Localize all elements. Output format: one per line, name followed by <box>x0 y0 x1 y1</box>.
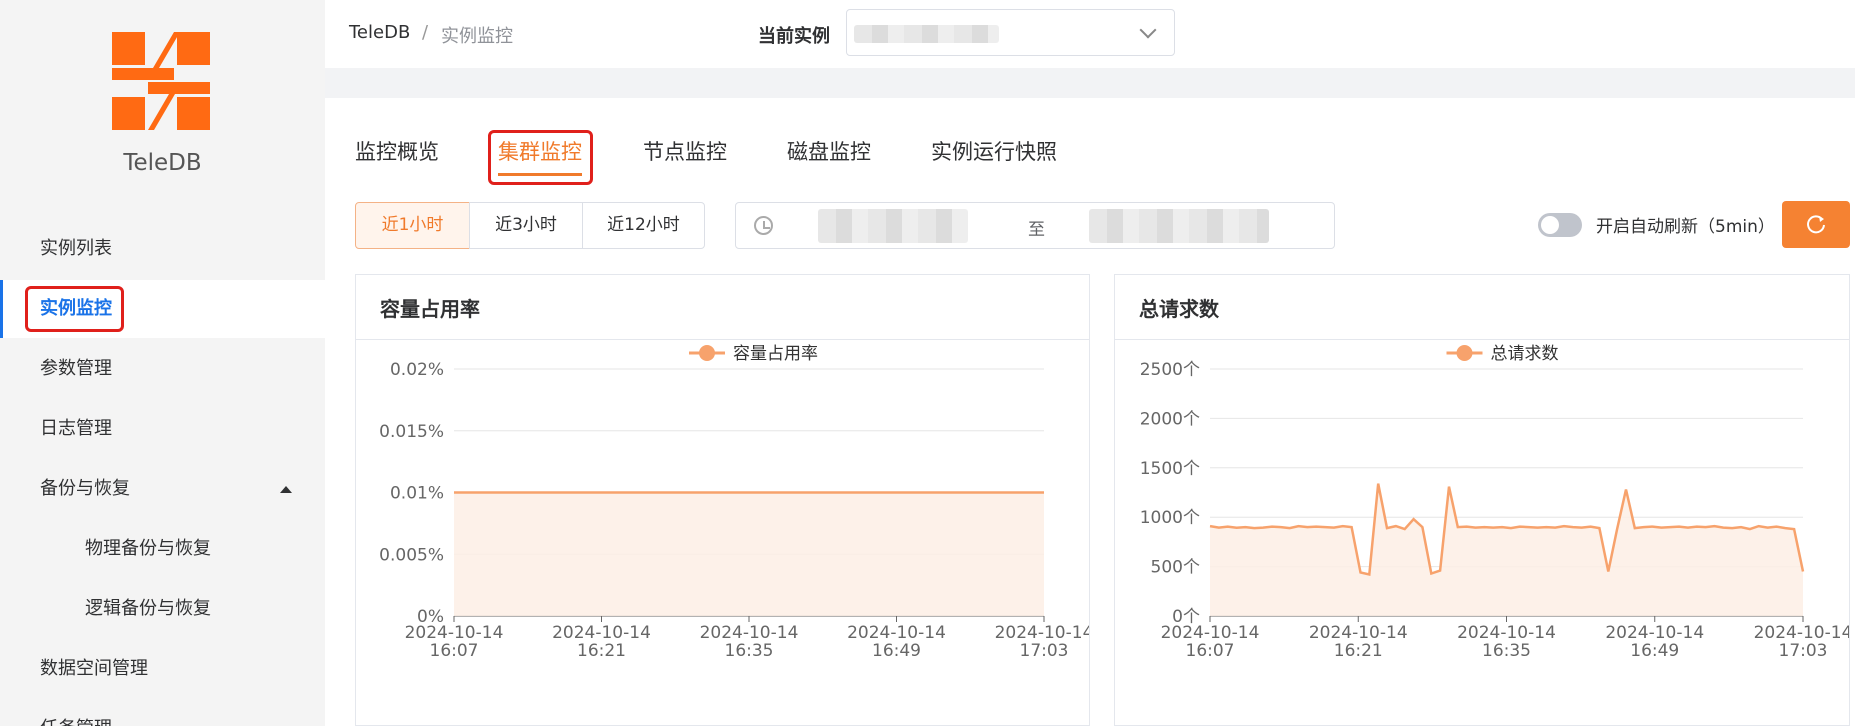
redacted-instance-name <box>854 25 999 43</box>
breadcrumb-current: 实例监控 <box>441 26 513 47</box>
refresh-button[interactable] <box>1782 201 1850 248</box>
y-tick-label: 1500个 <box>1140 459 1200 479</box>
x-tick-label: 16:07 <box>1186 641 1235 661</box>
caret-up-icon <box>280 486 292 493</box>
range-3h-button[interactable]: 近3小时 <box>469 202 583 249</box>
x-tick-label: 2024-10-14 <box>995 623 1089 643</box>
x-tick-label: 2024-10-14 <box>1161 623 1260 643</box>
requests-chart: 0个500个1000个1500个2000个2500个2024-10-1416:0… <box>1140 344 1849 661</box>
date-range-picker[interactable]: 至 <box>735 202 1335 249</box>
sidebar-item-label: 备份与恢复 <box>40 478 130 499</box>
x-tick-label: 2024-10-14 <box>405 623 504 643</box>
breadcrumb-root[interactable]: TeleDB <box>349 22 410 43</box>
y-tick-label: 0.005% <box>379 545 444 565</box>
teledb-logo-icon <box>112 32 210 130</box>
x-tick-label: 16:21 <box>1334 641 1383 661</box>
x-tick-label: 2024-10-14 <box>1309 623 1408 643</box>
x-tick-label: 16:35 <box>725 641 774 661</box>
y-tick-label: 0.02% <box>390 360 444 380</box>
clock-icon <box>754 216 773 235</box>
capacity-chart-card: 容量占用率 0% 0.005% 0.01% 0.015% 0.02% 2024-10-14… <box>355 274 1090 726</box>
x-tick-label: 2024-10-14 <box>1605 623 1704 643</box>
header-divider <box>325 68 1855 98</box>
x-tick-label: 16:07 <box>430 641 479 661</box>
brand-name: TeleDB <box>123 150 202 176</box>
y-tick-label: 0.015% <box>379 422 444 442</box>
sidebar-item-param-management[interactable]: 参数管理 <box>0 340 325 398</box>
sidebar-item-data-space[interactable]: 数据空间管理 <box>0 640 325 698</box>
instance-select[interactable] <box>846 9 1175 56</box>
sidebar-item-physical-backup[interactable]: 物理备份与恢复 <box>0 520 325 578</box>
sidebar-item-logical-backup[interactable]: 逻辑备份与恢复 <box>0 580 325 638</box>
legend-marker <box>1456 345 1473 361</box>
range-1h-button[interactable]: 近1小时 <box>355 202 470 249</box>
redacted-end-time <box>1089 209 1269 243</box>
x-tick-label: 16:49 <box>872 641 921 661</box>
x-tick-label: 2024-10-14 <box>552 623 651 643</box>
chevron-down-icon <box>1139 21 1157 39</box>
sidebar-item-instance-list[interactable]: 实例列表 <box>0 220 325 278</box>
requests-chart-card: 总请求数 0个 500个 1000个 1500个 2000个 2500个 2024-10-1… <box>1114 274 1850 726</box>
tab-overview[interactable]: 监控概览 <box>355 136 439 166</box>
tab-node-monitor[interactable]: 节点监控 <box>643 136 727 166</box>
breadcrumb-separator: / <box>422 22 429 43</box>
sidebar-item-backup-restore[interactable]: 备份与恢复 <box>0 460 325 518</box>
redacted-start-time <box>818 209 968 243</box>
x-tick-label: 16:49 <box>1630 641 1679 661</box>
highlight-box-sidebar <box>25 286 124 332</box>
highlight-box-tab <box>488 130 593 185</box>
x-tick-label: 16:21 <box>577 641 626 661</box>
y-tick-label: 2500个 <box>1140 360 1200 380</box>
legend-label: 总请求数 <box>1491 344 1559 364</box>
range-12h-button[interactable]: 近12小时 <box>582 202 705 249</box>
x-tick-label: 17:03 <box>1779 641 1828 661</box>
x-tick-label: 2024-10-14 <box>1457 623 1556 643</box>
chart-title: 容量占用率 <box>380 297 480 321</box>
series-area <box>1210 483 1803 616</box>
legend-marker <box>699 345 715 361</box>
x-tick-label: 2024-10-14 <box>847 623 946 643</box>
refresh-icon <box>1807 215 1825 234</box>
legend-label: 容量占用率 <box>733 344 818 364</box>
capacity-chart: 0%0.005%0.01%0.015%0.02%2024-10-1416:072… <box>379 344 1089 661</box>
x-tick-label: 2024-10-14 <box>1754 623 1849 643</box>
sidebar-item-log-management[interactable]: 日志管理 <box>0 400 325 458</box>
x-tick-label: 16:35 <box>1482 641 1531 661</box>
y-tick-label: 2000个 <box>1140 409 1200 429</box>
x-tick-label: 2024-10-14 <box>700 623 799 643</box>
tab-disk-monitor[interactable]: 磁盘监控 <box>787 136 871 166</box>
sidebar-item-task-management[interactable]: 任务管理 <box>0 700 325 726</box>
chart-title: 总请求数 <box>1139 297 1219 321</box>
auto-refresh-label: 开启自动刷新（5min） <box>1596 217 1775 237</box>
date-range-separator: 至 <box>1028 220 1045 240</box>
instance-label: 当前实例 <box>758 26 830 47</box>
tab-runtime-snapshot[interactable]: 实例运行快照 <box>931 136 1057 166</box>
y-tick-label: 1000个 <box>1140 508 1200 528</box>
y-tick-label: 500个 <box>1151 558 1200 578</box>
series-area <box>454 492 1044 616</box>
y-tick-label: 0.01% <box>390 484 444 504</box>
auto-refresh-toggle[interactable] <box>1538 213 1582 237</box>
x-tick-label: 17:03 <box>1020 641 1069 661</box>
sidebar: TeleDB 实例列表 实例监控 参数管理 日志管理 备份与恢复 物理备份与恢复… <box>0 0 325 726</box>
